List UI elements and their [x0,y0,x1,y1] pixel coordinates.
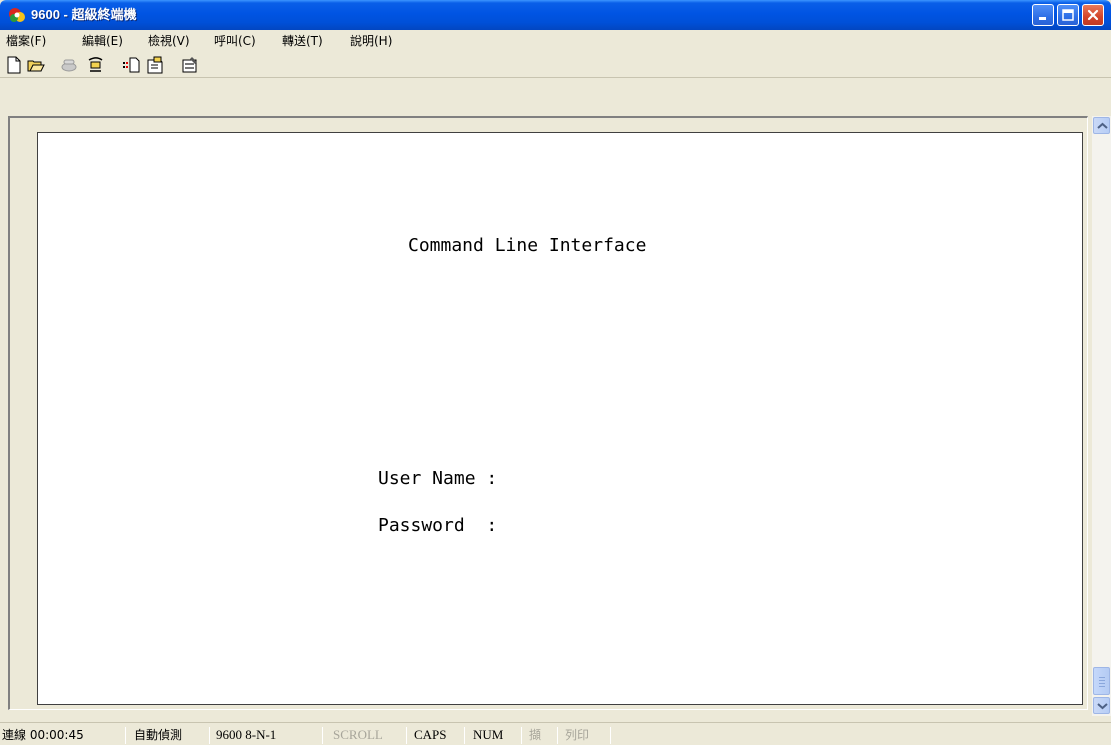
send-file-icon [123,57,140,73]
status-num: NUM [473,727,504,742]
maximize-button[interactable] [1057,4,1079,26]
open-button[interactable] [26,55,46,75]
vertical-scrollbar[interactable] [1092,116,1111,716]
status-port-settings: 9600 8-N-1 [216,727,277,742]
receive-file-button[interactable] [145,55,165,75]
minimize-icon [1039,17,1046,20]
menu-transfer[interactable]: 轉送(T) [282,33,323,50]
status-capture: 擷 [529,728,542,742]
status-connected-time: 連線 00:00:45 [2,728,84,742]
title-bar[interactable]: 9600 - 超級終端機 [0,0,1111,30]
hyperterminal-window: 9600 - 超級終端機 檔案(F) 編輯(E) 檢視(V) 呼叫(C) 轉送(… [0,0,1111,745]
password-prompt: Password : [378,515,498,536]
new-connection-button[interactable] [4,55,24,75]
menu-view[interactable]: 檢視(V) [148,33,190,50]
terminal-screen[interactable]: Command Line Interface User Name : Passw… [37,132,1083,705]
properties-button[interactable] [180,55,200,75]
disconnect-phone-icon [88,57,103,72]
hyperterminal-phone-icon[interactable] [8,6,26,24]
status-print: 列印 [565,728,590,742]
status-caps: CAPS [414,727,447,742]
terminal-client-area: Command Line Interface User Name : Passw… [8,116,1088,710]
menu-bar: 檔案(F) 編輯(E) 檢視(V) 呼叫(C) 轉送(T) 說明(H) [0,30,1111,52]
properties-icon [182,57,197,73]
menu-help[interactable]: 說明(H) [350,33,392,50]
menu-call[interactable]: 呼叫(C) [214,33,256,50]
scroll-thumb[interactable] [1093,667,1110,695]
receive-file-icon [147,56,163,74]
chevron-up-icon [1097,122,1108,129]
scroll-down-button[interactable] [1093,697,1110,714]
call-phone-icon [61,59,77,72]
terminal-frame: Command Line Interface User Name : Passw… [8,116,1088,710]
menu-edit[interactable]: 編輯(E) [82,33,123,50]
username-prompt: User Name : [378,468,498,489]
disconnect-button[interactable] [85,55,105,75]
status-auto-detect: 自動偵測 [134,728,183,742]
toolbar [0,52,1111,78]
new-connection-icon [7,56,21,74]
maximize-icon [1062,9,1074,21]
open-folder-icon [27,60,45,72]
scroll-up-button[interactable] [1093,117,1110,134]
cli-heading: Command Line Interface [408,235,647,256]
status-bar: 連線 00:00:45 自動偵測 9600 8-N-1 SCROLL CAPS … [0,722,1111,745]
call-button[interactable] [59,55,79,75]
menu-file[interactable]: 檔案(F) [6,33,46,50]
minimize-button[interactable] [1032,4,1054,26]
status-scroll: SCROLL [333,727,383,742]
window-title: 9600 - 超級終端機 [31,7,137,22]
chevron-down-icon [1097,703,1108,710]
close-icon [1087,9,1099,21]
send-file-button[interactable] [121,55,141,75]
close-button[interactable] [1082,4,1104,26]
